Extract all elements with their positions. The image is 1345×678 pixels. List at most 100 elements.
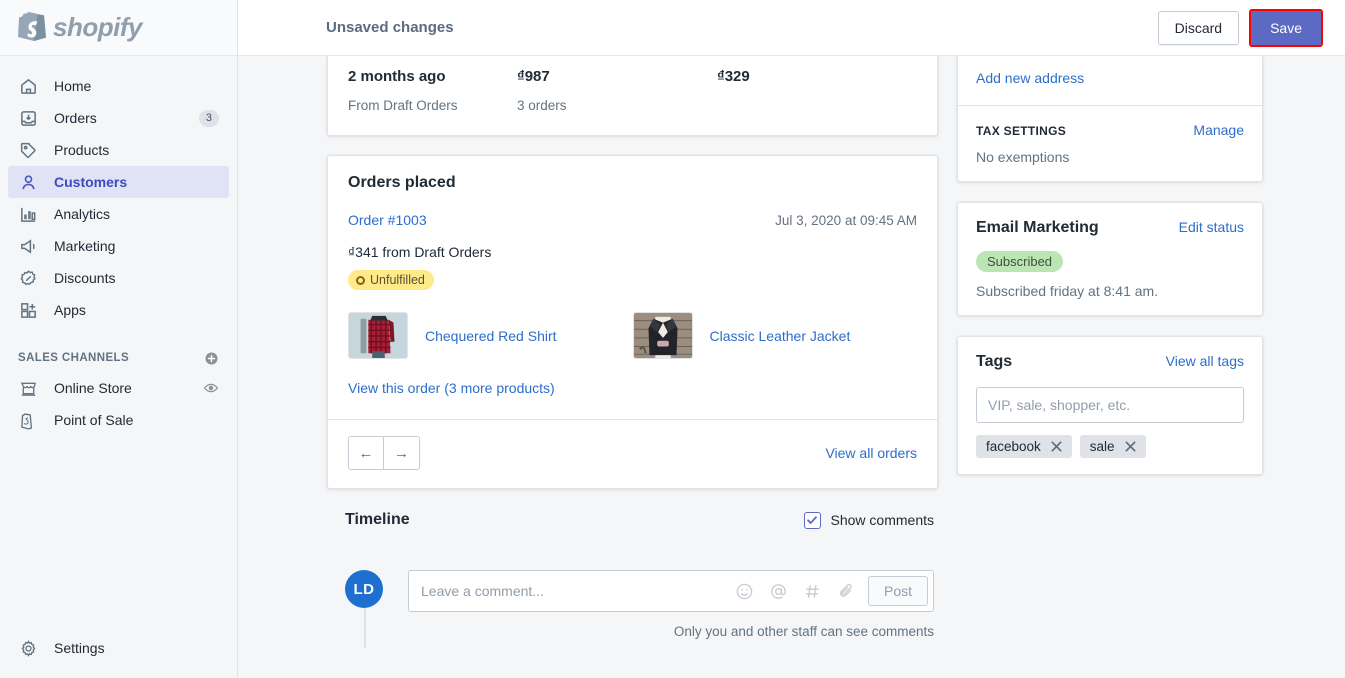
attachment-icon[interactable]: [837, 582, 856, 601]
tax-exemptions-value: No exemptions: [976, 149, 1070, 165]
product-thumbnail[interactable]: [348, 312, 408, 359]
show-comments-control: Show comments: [803, 511, 934, 529]
save-button[interactable]: Save: [1251, 10, 1321, 45]
remove-tag-icon[interactable]: [1050, 440, 1063, 453]
product-name-link[interactable]: Classic Leather Jacket: [710, 328, 851, 344]
subscription-status-badge: Subscribed: [976, 251, 1064, 272]
last-order-value: 2 months ago: [348, 68, 446, 85]
tag-chip: sale: [1079, 435, 1146, 458]
status-badge-label: Unfulfilled: [370, 273, 425, 287]
order-number-link[interactable]: Order #1003: [348, 212, 427, 228]
tag-list: facebook sale: [976, 435, 1244, 458]
orders-icon: [18, 108, 38, 128]
sidebar-item-label: Point of Sale: [54, 412, 134, 428]
product-thumbnail[interactable]: [632, 312, 693, 359]
sidebar-item-label: Discounts: [54, 270, 116, 286]
comment-composer: LD Leave a comment... Post: [327, 529, 938, 648]
sidebar-item-products[interactable]: Products: [8, 134, 229, 166]
arrow-right-icon: →: [394, 444, 409, 462]
show-comments-checkbox[interactable]: [803, 511, 821, 529]
post-comment-button[interactable]: Post: [867, 576, 928, 606]
tags-title: Tags: [976, 353, 1013, 370]
hashtag-icon[interactable]: [803, 582, 822, 601]
order-products: Chequered Red Shirt Classic Leather Jack…: [348, 312, 917, 359]
products-icon: [18, 140, 38, 160]
view-all-tags-link[interactable]: View all tags: [1166, 353, 1244, 369]
sidebar: shopify Home Orders 3 Products Customers…: [0, 0, 238, 678]
status-badge: Unfulfilled: [348, 270, 434, 290]
sidebar-item-label: Apps: [54, 302, 86, 318]
email-marketing-card: Email Marketing Edit status Subscribed S…: [957, 202, 1263, 316]
emoji-icon[interactable]: [735, 582, 754, 601]
view-this-order-link[interactable]: View this order (3 more products): [348, 380, 555, 396]
orders-placed-card: Orders placed Order #1003 Jul 3, 2020 at…: [327, 155, 938, 489]
add-new-address-link[interactable]: Add new address: [976, 70, 1084, 86]
analytics-icon: [18, 204, 38, 224]
view-all-orders-link[interactable]: View all orders: [825, 445, 917, 461]
comment-visibility-note: Only you and other staff can see comment…: [673, 624, 934, 639]
sidebar-item-online-store[interactable]: Online Store: [8, 372, 229, 404]
primary-column: 2 months ago From Draft Orders ₫987 3 or…: [327, 56, 938, 678]
sidebar-item-label: Marketing: [54, 238, 116, 254]
next-page-button[interactable]: →: [384, 436, 420, 470]
discard-button[interactable]: Discard: [1157, 10, 1240, 45]
sidebar-item-customers[interactable]: Customers: [8, 166, 229, 198]
last-order-source: From Draft Orders: [348, 98, 458, 113]
sidebar-item-home[interactable]: Home: [8, 70, 229, 102]
sidebar-item-point-of-sale[interactable]: Point of Sale: [8, 404, 229, 436]
shopify-admin-app: shopify Home Orders 3 Products Customers…: [0, 0, 1345, 678]
product-name-link[interactable]: Chequered Red Shirt: [425, 328, 557, 344]
eye-icon[interactable]: [203, 380, 219, 396]
contextual-save-bar: Unsaved changes Discard Save: [238, 0, 1345, 56]
sidebar-item-discounts[interactable]: Discounts: [8, 262, 229, 294]
tax-settings-header: TAX SETTINGS Manage: [976, 122, 1244, 138]
manage-tax-link[interactable]: Manage: [1193, 122, 1244, 138]
add-sales-channel-icon[interactable]: [204, 351, 219, 366]
order-header-row: Order #1003 Jul 3, 2020 at 09:45 AM: [348, 212, 917, 228]
timeline-header: Timeline Show comments: [327, 489, 938, 529]
shopify-bag-icon: [18, 9, 46, 46]
discounts-icon: [18, 268, 38, 288]
customer-summary-card: 2 months ago From Draft Orders ₫987 3 or…: [327, 56, 938, 136]
topbar-actions: Discard Save: [1157, 8, 1323, 47]
sidebar-item-apps[interactable]: Apps: [8, 294, 229, 326]
sidebar-item-orders[interactable]: Orders 3: [8, 102, 229, 134]
email-marketing-header: Email Marketing Edit status: [976, 219, 1244, 237]
gear-icon: [18, 638, 38, 658]
tax-settings-caption: TAX SETTINGS: [976, 124, 1067, 138]
unsaved-changes-title: Unsaved changes: [326, 19, 454, 36]
order-amount: ₫341 from Draft Orders: [348, 244, 492, 260]
sidebar-footer: Settings: [0, 632, 237, 678]
arrow-left-icon: ←: [358, 444, 374, 462]
sidebar-item-analytics[interactable]: Analytics: [8, 198, 229, 230]
sidebar-item-label: Online Store: [54, 380, 132, 396]
order-product-item: Chequered Red Shirt: [348, 312, 633, 359]
mention-icon[interactable]: [769, 582, 788, 601]
online-store-icon: [18, 378, 38, 398]
add-address-section: Add new address: [958, 56, 1262, 105]
tags-input[interactable]: [976, 387, 1244, 423]
order-date: Jul 3, 2020 at 09:45 AM: [775, 213, 917, 228]
sales-channels-label: SALES CHANNELS: [18, 352, 130, 364]
previous-page-button[interactable]: ←: [348, 436, 384, 470]
orders-count-badge: 3: [198, 109, 219, 127]
orders-placed-header: Orders placed: [328, 156, 937, 192]
email-marketing-section: Email Marketing Edit status Subscribed S…: [958, 203, 1262, 315]
unfulfilled-icon: [356, 275, 365, 285]
summary-total-spent: ₫987 3 orders: [517, 56, 717, 113]
comment-input-wrapper[interactable]: Post: [408, 570, 934, 612]
tag-label: sale: [1089, 439, 1115, 454]
remove-tag-icon[interactable]: [1124, 440, 1137, 453]
marketing-icon: [18, 236, 38, 256]
logo-bar: shopify: [0, 0, 237, 56]
comment-input[interactable]: [421, 583, 735, 599]
sidebar-item-settings[interactable]: Settings: [8, 632, 229, 664]
customer-address-card: Add new address TAX SETTINGS Manage No e…: [957, 56, 1263, 182]
sidebar-item-marketing[interactable]: Marketing: [8, 230, 229, 262]
edit-status-link[interactable]: Edit status: [1179, 219, 1244, 235]
orders-placed-title: Orders placed: [348, 174, 456, 191]
tag-label: facebook: [986, 439, 1041, 454]
tag-chip: facebook: [976, 435, 1072, 458]
point-of-sale-icon: [18, 410, 38, 430]
shopify-logo[interactable]: shopify: [18, 9, 142, 46]
